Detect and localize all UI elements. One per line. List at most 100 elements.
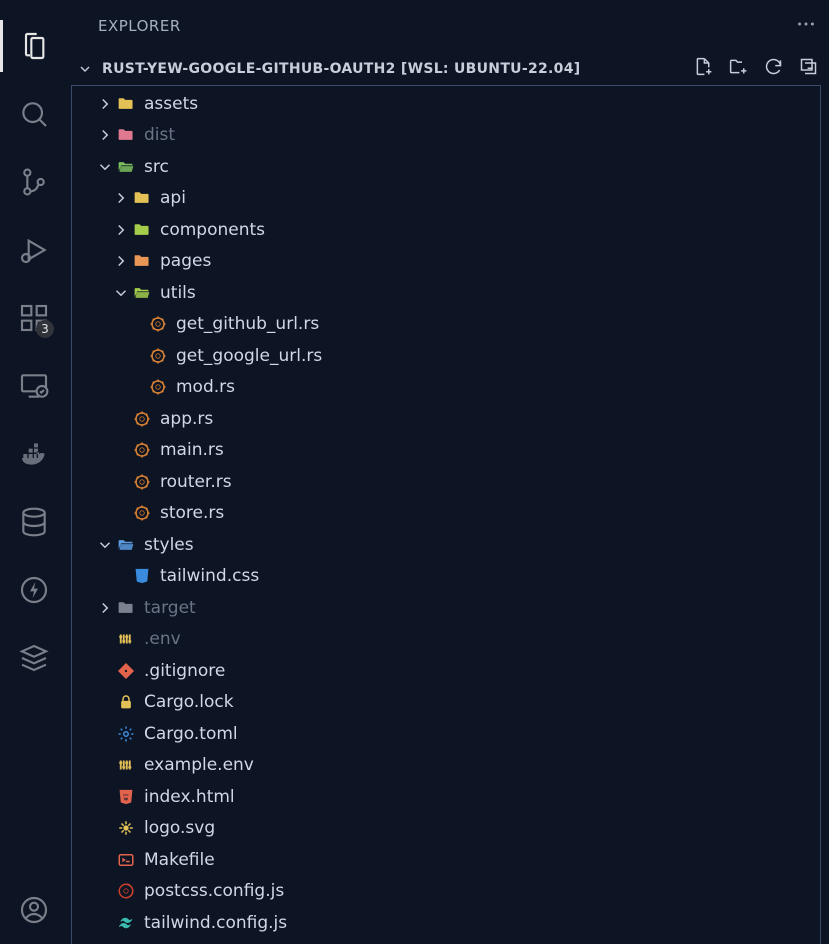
lock-icon xyxy=(116,692,136,712)
chevron-right-icon[interactable] xyxy=(110,219,132,241)
file-cargo-lock[interactable]: Cargo.lock xyxy=(72,687,820,719)
file-main-rs[interactable]: main.rs xyxy=(72,435,820,467)
folder-api[interactable]: api xyxy=(72,183,820,215)
tree-item-label: Makefile xyxy=(144,850,215,870)
tree-item-label: dist xyxy=(144,125,175,145)
tailwind-icon xyxy=(116,913,136,933)
explorer-section-header[interactable]: RUST-YEW-GOOGLE-GITHUB-OAUTH2 [WSL: UBUN… xyxy=(68,52,829,85)
tree-item-label: pages xyxy=(160,251,211,271)
file-get-github-url-rs[interactable]: get_github_url.rs xyxy=(72,309,820,341)
folder-src[interactable]: src xyxy=(72,151,820,183)
activity-remote-explorer-icon[interactable] xyxy=(0,352,68,420)
file-store-rs[interactable]: store.rs xyxy=(72,498,820,530)
folder-icon xyxy=(132,251,152,271)
folder-utils[interactable]: utils xyxy=(72,277,820,309)
tree-item-label: Cargo.lock xyxy=(144,692,234,712)
file-get-google-url-rs[interactable]: get_google_url.rs xyxy=(72,340,820,372)
chevron-right-icon[interactable] xyxy=(94,124,116,146)
gear-icon xyxy=(116,724,136,744)
chevron-down-icon[interactable] xyxy=(110,282,132,304)
tree-item-label: tailwind.css xyxy=(160,566,259,586)
tree-item-label: .gitignore xyxy=(144,661,225,681)
chevron-right-icon[interactable] xyxy=(94,597,116,619)
file-example-env[interactable]: example.env xyxy=(72,750,820,782)
html-icon xyxy=(116,787,136,807)
rust-icon xyxy=(148,314,168,334)
file-router-rs[interactable]: router.rs xyxy=(72,466,820,498)
svg-icon xyxy=(116,818,136,838)
tree-item-label: utils xyxy=(160,283,196,303)
file-mod-rs[interactable]: mod.rs xyxy=(72,372,820,404)
folder-icon xyxy=(132,220,152,240)
chevron-right-icon[interactable] xyxy=(110,187,132,209)
folder-components[interactable]: components xyxy=(72,214,820,246)
tree-item-label: styles xyxy=(144,535,194,555)
rust-icon xyxy=(132,409,152,429)
file-logo-svg[interactable]: logo.svg xyxy=(72,813,820,845)
refresh-icon[interactable] xyxy=(763,56,784,81)
activity-run-debug-icon[interactable] xyxy=(0,216,68,284)
tree-item-label: get_github_url.rs xyxy=(176,314,319,334)
chevron-right-icon[interactable] xyxy=(94,93,116,115)
rust-icon xyxy=(148,346,168,366)
chevron-right-icon[interactable] xyxy=(110,250,132,272)
chevron-down-icon[interactable] xyxy=(94,156,116,178)
file-app-rs[interactable]: app.rs xyxy=(72,403,820,435)
activity-search-icon[interactable] xyxy=(0,80,68,148)
file-makefile[interactable]: Makefile xyxy=(72,844,820,876)
folder-icon xyxy=(132,283,152,303)
activity-source-control-icon[interactable] xyxy=(0,148,68,216)
chevron-down-icon xyxy=(76,60,94,78)
file-tailwind-css[interactable]: tailwind.css xyxy=(72,561,820,593)
tree-item-label: store.rs xyxy=(160,503,224,523)
file-postcss-config-js[interactable]: postcss.config.js xyxy=(72,876,820,908)
tree-item-label: router.rs xyxy=(160,472,232,492)
css-icon xyxy=(132,566,152,586)
file-cargo-toml[interactable]: Cargo.toml xyxy=(72,718,820,750)
folder-target[interactable]: target xyxy=(72,592,820,624)
explorer-header: EXPLORER xyxy=(68,0,829,52)
tree-item-label: mod.rs xyxy=(176,377,235,397)
activity-docker-icon[interactable] xyxy=(0,420,68,488)
folder-icon xyxy=(116,535,136,555)
file--env[interactable]: .env xyxy=(72,624,820,656)
folder-styles[interactable]: styles xyxy=(72,529,820,561)
tree-item-label: app.rs xyxy=(160,409,213,429)
activity-account-icon[interactable] xyxy=(0,876,68,944)
folder-dist[interactable]: dist xyxy=(72,120,820,152)
postcss-icon xyxy=(116,881,136,901)
activity-database-icon[interactable] xyxy=(0,488,68,556)
tree-item-label: api xyxy=(160,188,186,208)
tree-item-label: .env xyxy=(144,629,181,649)
rust-icon xyxy=(132,440,152,460)
file-index-html[interactable]: index.html xyxy=(72,781,820,813)
chevron-down-icon[interactable] xyxy=(94,534,116,556)
collapse-all-icon[interactable] xyxy=(798,56,819,81)
explorer-sidebar: EXPLORER RUST-YEW-GOOGLE-GITHUB-OAUTH2 [… xyxy=(68,0,829,944)
env-icon xyxy=(116,629,136,649)
folder-pages[interactable]: pages xyxy=(72,246,820,278)
tree-item-label: main.rs xyxy=(160,440,224,460)
rust-icon xyxy=(148,377,168,397)
tree-item-label: logo.svg xyxy=(144,818,215,838)
activity-thunder-icon[interactable] xyxy=(0,556,68,624)
make-icon xyxy=(116,850,136,870)
env-icon xyxy=(116,755,136,775)
activity-explorer-icon[interactable] xyxy=(0,12,68,80)
folder-icon xyxy=(116,598,136,618)
folder-icon xyxy=(116,125,136,145)
file-tree: assets dist src api components pages utils get_… xyxy=(72,88,820,939)
activity-extensions-icon[interactable]: 3 xyxy=(0,284,68,352)
explorer-more-icon[interactable] xyxy=(795,13,817,39)
folder-icon xyxy=(116,94,136,114)
new-file-icon[interactable] xyxy=(693,56,714,81)
activity-layers-icon[interactable] xyxy=(0,624,68,692)
new-folder-icon[interactable] xyxy=(728,56,749,81)
file--gitignore[interactable]: .gitignore xyxy=(72,655,820,687)
file-tailwind-config-js[interactable]: tailwind.config.js xyxy=(72,907,820,939)
tree-item-label: target xyxy=(144,598,196,618)
explorer-title: EXPLORER xyxy=(98,17,181,35)
folder-assets[interactable]: assets xyxy=(72,88,820,120)
tree-item-label: tailwind.config.js xyxy=(144,913,287,933)
tree-item-label: Cargo.toml xyxy=(144,724,238,744)
